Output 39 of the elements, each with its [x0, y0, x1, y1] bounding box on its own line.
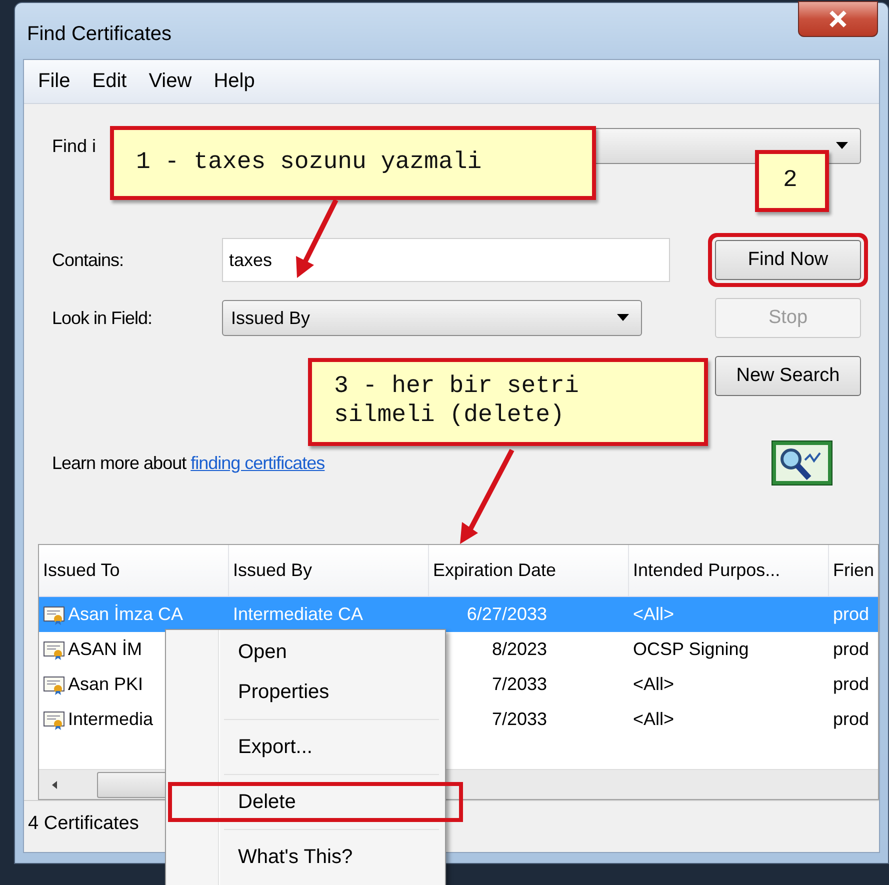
close-button[interactable]: [798, 1, 878, 37]
certificate-icon: [43, 604, 65, 624]
certificate-icon: [43, 710, 65, 730]
menu-item[interactable]: Help: [206, 66, 263, 97]
certificate-icon: [43, 640, 65, 660]
column-header[interactable]: Issued To: [39, 545, 229, 596]
close-icon: [828, 10, 848, 28]
column-header[interactable]: Issued By: [229, 545, 429, 596]
window-title: Find Certificates: [27, 23, 172, 46]
contains-field[interactable]: taxes: [222, 238, 670, 282]
table-cell[interactable]: <All>: [629, 702, 829, 737]
dialog-button[interactable]: New Search: [715, 356, 861, 396]
context-menu-item[interactable]: What's This?: [168, 837, 443, 877]
column-header[interactable]: Intended Purpos...: [629, 545, 829, 596]
field-label: Look in Field:: [52, 308, 154, 328]
table-cell[interactable]: prod: [829, 702, 878, 737]
table-cell[interactable]: prod: [829, 667, 878, 702]
column-header[interactable]: Expiration Date: [429, 545, 629, 596]
field-label: Contains:: [52, 250, 125, 270]
menu-item[interactable]: View: [140, 66, 200, 97]
help-link[interactable]: finding certificates: [190, 452, 325, 472]
annotation-tooltip: 1 - taxes sozunu yazmali: [110, 126, 596, 200]
menu-item[interactable]: Edit: [84, 66, 135, 97]
learn-more-text: Learn more about finding certificates: [52, 452, 325, 474]
look-in-field-dropdown[interactable]: Issued By: [222, 300, 642, 336]
context-menu-item[interactable]: Delete: [168, 782, 463, 822]
annotation-tooltip: 3 - her bir setri silmeli (delete): [308, 358, 708, 446]
certificate-icon: [43, 674, 65, 694]
table-cell[interactable]: prod: [829, 632, 878, 667]
menu-item[interactable]: File: [30, 66, 78, 97]
dropdown-caret-icon: [836, 142, 848, 150]
annotation-tooltip: 2: [755, 150, 829, 212]
table-cell[interactable]: <All>: [629, 667, 829, 702]
dropdown-caret-icon: [617, 314, 629, 322]
status-text: 4 Certificates: [28, 812, 139, 834]
column-header[interactable]: Frien: [829, 545, 878, 596]
certificate-search-icon: [771, 440, 833, 486]
table-cell[interactable]: OCSP Signing: [629, 632, 829, 667]
field-label: Find i: [52, 136, 98, 156]
